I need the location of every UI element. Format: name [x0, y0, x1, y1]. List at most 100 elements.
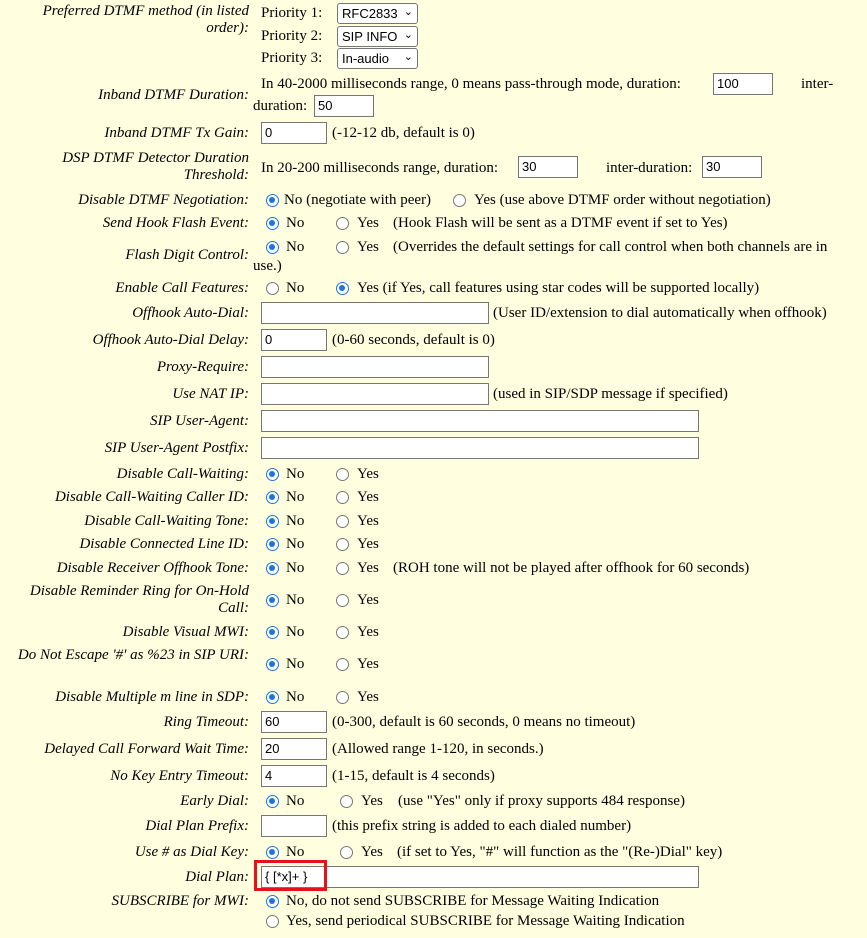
- hook-flash-label: Send Hook Flash Event:: [102, 215, 249, 231]
- disable-cw-no-radio[interactable]: [266, 468, 279, 481]
- call-features-yes-label: Yes (if Yes, call features using star co…: [357, 280, 760, 296]
- no-escape-no-radio[interactable]: [266, 658, 279, 671]
- ring-timeout-input[interactable]: 60: [261, 711, 327, 733]
- disable-visual-mwi-no-radio[interactable]: [266, 626, 279, 639]
- no-escape-yes-radio[interactable]: [336, 658, 349, 671]
- disable-connected-id-no-radio[interactable]: [266, 538, 279, 551]
- user-agent-input[interactable]: [261, 410, 699, 432]
- offhook-delay-label: Offhook Auto-Dial Delay:: [92, 332, 249, 348]
- disable-cw-yes-label: Yes: [357, 466, 379, 482]
- disable-multi-m-no-radio[interactable]: [266, 691, 279, 704]
- disable-roh-label: Disable Receiver Offhook Tone:: [56, 560, 249, 576]
- inband-inter-duration-input[interactable]: 50: [314, 95, 374, 117]
- disable-cw-callerid-yes-radio[interactable]: [336, 491, 349, 504]
- early-dial-yes-label: Yes: [361, 793, 383, 809]
- dtmf-negotiation-label: Disable DTMF Negotiation:: [78, 192, 249, 208]
- disable-multi-m-yes-radio[interactable]: [336, 691, 349, 704]
- flash-digit-label: Flash Digit Control:: [125, 247, 249, 263]
- priority-3-label: Priority 3:: [261, 50, 323, 66]
- dtmf-negotiation-yes-radio[interactable]: [453, 194, 466, 207]
- hash-dial-key-note: (if set to Yes, "#" will function as the…: [397, 844, 723, 860]
- dtmf-negotiation-no-label: No (negotiate with peer): [284, 192, 432, 208]
- disable-visual-mwi-yes-radio[interactable]: [336, 626, 349, 639]
- inband-duration-input[interactable]: 100: [713, 73, 773, 95]
- dial-plan-prefix-input[interactable]: [261, 815, 327, 837]
- disable-reminder-ring-yes-label: Yes: [357, 592, 379, 608]
- disable-connected-id-label: Disable Connected Line ID:: [79, 536, 249, 552]
- flash-digit-note: (Overrides the default settings for call…: [393, 239, 828, 255]
- disable-connected-id-no-label: No: [286, 536, 305, 552]
- disable-cw-callerid-no-radio[interactable]: [266, 491, 279, 504]
- dial-plan-prefix-label: Dial Plan Prefix:: [145, 818, 249, 834]
- flash-digit-no-label: No: [286, 239, 305, 255]
- disable-roh-no-radio[interactable]: [266, 562, 279, 575]
- subscribe-mwi-no-label: No, do not send SUBSCRIBE for Message Wa…: [286, 893, 660, 909]
- chevron-down-icon: ⌄: [403, 29, 413, 41]
- inband-inter-text-2: duration:: [253, 98, 308, 114]
- hash-dial-key-yes-radio[interactable]: [340, 846, 353, 859]
- disable-reminder-ring-no-label: No: [286, 592, 305, 608]
- offhook-delay-input[interactable]: 0: [261, 329, 327, 351]
- priority-2-label: Priority 2:: [261, 28, 323, 44]
- hook-flash-yes-label: Yes: [357, 215, 379, 231]
- subscribe-mwi-yes-radio[interactable]: [266, 915, 279, 928]
- inband-gain-note: (-12-12 db, default is 0): [332, 125, 475, 141]
- priority-1-select[interactable]: RFC2833 ⌄: [337, 3, 418, 24]
- nat-ip-label: Use NAT IP:: [172, 386, 249, 402]
- no-escape-label: Do Not Escape '#' as %23 in SIP URI:: [17, 647, 249, 663]
- early-dial-yes-radio[interactable]: [340, 795, 353, 808]
- inband-gain-input[interactable]: 0: [261, 122, 327, 144]
- disable-connected-id-yes-label: Yes: [357, 536, 379, 552]
- disable-connected-id-yes-radio[interactable]: [336, 538, 349, 551]
- dsp-duration-input[interactable]: 30: [518, 156, 578, 178]
- no-escape-yes-label: Yes: [357, 656, 379, 672]
- offhook-dial-input[interactable]: [261, 302, 489, 324]
- flash-digit-note-2: use.): [253, 258, 282, 274]
- call-features-yes-radio[interactable]: [336, 282, 349, 295]
- user-agent-label: SIP User-Agent:: [150, 413, 249, 429]
- disable-roh-yes-radio[interactable]: [336, 562, 349, 575]
- disable-cw-tone-no-radio[interactable]: [266, 515, 279, 528]
- priority-2-select[interactable]: SIP INFO ⌄: [337, 26, 418, 47]
- nat-ip-note: (used in SIP/SDP message if specified): [493, 386, 728, 402]
- hook-flash-yes-radio[interactable]: [336, 217, 349, 230]
- offhook-dial-note: (User ID/extension to dial automatically…: [493, 305, 827, 321]
- sip-account-settings-form: Preferred DTMF method (in listed order):…: [0, 0, 867, 938]
- dsp-detector-text: In 20-200 milliseconds range, duration:: [261, 160, 499, 176]
- hash-dial-key-no-radio[interactable]: [266, 846, 279, 859]
- disable-cw-no-label: No: [286, 466, 305, 482]
- no-escape-no-label: No: [286, 656, 305, 672]
- proxy-require-input[interactable]: [261, 356, 489, 378]
- dsp-inter-text: inter-duration:: [606, 160, 693, 176]
- dial-plan-label: Dial Plan:: [185, 869, 249, 885]
- flash-digit-yes-label: Yes: [357, 239, 379, 255]
- ring-timeout-note: (0-300, default is 60 seconds, 0 means n…: [332, 714, 636, 730]
- subscribe-mwi-no-radio[interactable]: [266, 895, 279, 908]
- flash-digit-yes-radio[interactable]: [336, 241, 349, 254]
- dsp-inter-duration-input[interactable]: 30: [702, 156, 762, 178]
- disable-reminder-ring-yes-radio[interactable]: [336, 594, 349, 607]
- user-agent-postfix-input[interactable]: [261, 437, 699, 459]
- delayed-forward-input[interactable]: 20: [261, 738, 327, 760]
- hook-flash-no-radio[interactable]: [266, 217, 279, 230]
- disable-reminder-ring-no-radio[interactable]: [266, 594, 279, 607]
- chevron-down-icon: ⌄: [403, 6, 413, 18]
- disable-cw-yes-radio[interactable]: [336, 468, 349, 481]
- dsp-detector-label: DSP DTMF Detector Duration Threshold:: [62, 150, 249, 183]
- inband-gain-label: Inband DTMF Tx Gain:: [104, 125, 249, 141]
- dial-plan-prefix-note: (this prefix string is added to each dia…: [332, 818, 632, 834]
- flash-digit-no-radio[interactable]: [266, 241, 279, 254]
- no-key-timeout-label: No Key Entry Timeout:: [110, 768, 249, 784]
- disable-cw-tone-yes-radio[interactable]: [336, 515, 349, 528]
- no-key-timeout-input[interactable]: 4: [261, 765, 327, 787]
- user-agent-postfix-label: SIP User-Agent Postfix:: [104, 440, 249, 456]
- early-dial-label: Early Dial:: [180, 793, 249, 809]
- dtmf-negotiation-no-radio[interactable]: [266, 194, 279, 207]
- early-dial-no-radio[interactable]: [266, 795, 279, 808]
- offhook-delay-note: (0-60 seconds, default is 0): [332, 332, 495, 348]
- inband-inter-text: inter-: [801, 76, 834, 92]
- disable-cw-callerid-no-label: No: [286, 489, 305, 505]
- call-features-no-radio[interactable]: [266, 282, 279, 295]
- priority-3-select[interactable]: In-audio ⌄: [337, 48, 418, 69]
- nat-ip-input[interactable]: [261, 383, 489, 405]
